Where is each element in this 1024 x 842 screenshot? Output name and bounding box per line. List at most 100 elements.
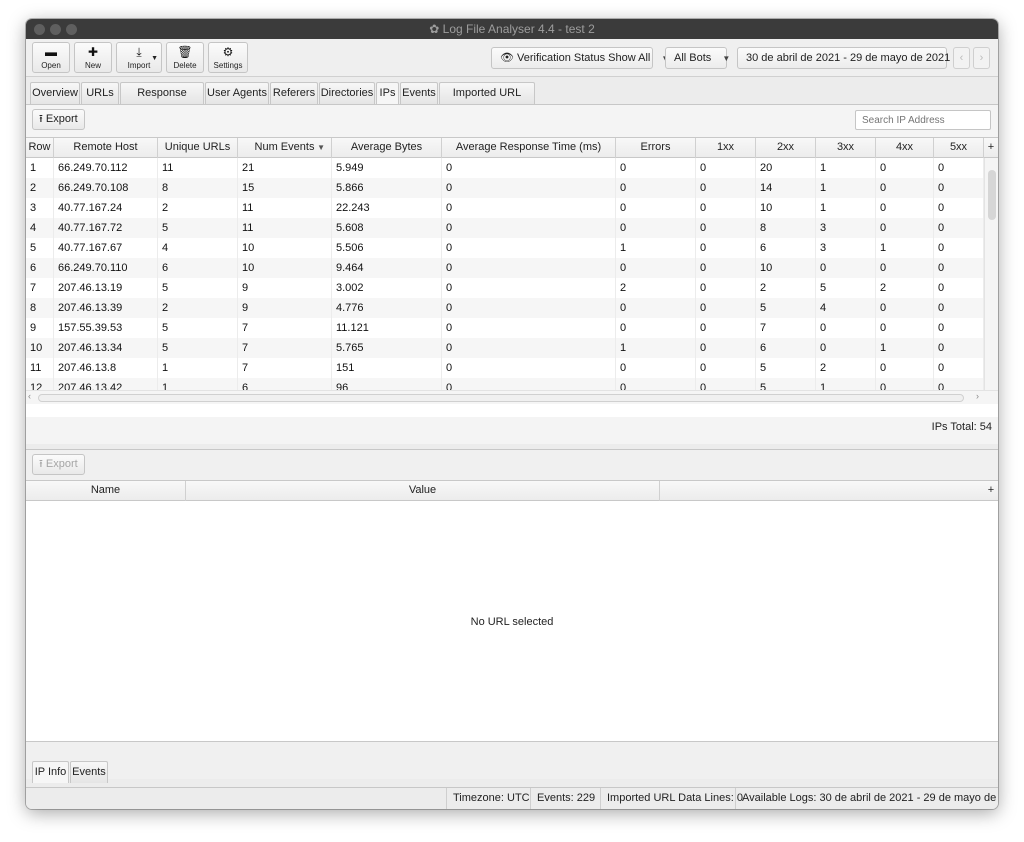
settings-button[interactable]: ⚙ Settings [208, 42, 248, 73]
table-cell: 9 [26, 318, 54, 338]
title-bar: ✿ Log File Analyser 4.4 - test 2 [26, 19, 998, 39]
scroll-right-icon[interactable]: › [976, 391, 979, 401]
column-header-5xx[interactable]: 5xx [934, 138, 984, 158]
tab-user-agents[interactable]: User Agents [205, 82, 269, 104]
tab-directories[interactable]: Directories [319, 82, 375, 104]
table-cell: 0 [442, 278, 616, 298]
table-row[interactable]: 5 40.77.167.67 4 10 5.506 0 1 0 6 3 1 0 [26, 238, 984, 258]
status-imported-lines: Imported URL Data Lines: 0 [600, 788, 749, 809]
table-cell: 0 [934, 338, 984, 358]
table-cell: 66.249.70.112 [54, 158, 158, 178]
column-header-remote-host[interactable]: Remote Host [54, 138, 158, 158]
table-cell: 0 [696, 298, 756, 318]
chevron-left-icon: ‹ [959, 52, 964, 64]
add-column-button[interactable]: + [984, 138, 998, 158]
column-header-name[interactable]: Name [26, 481, 186, 501]
column-header-errors[interactable]: Errors [616, 138, 696, 158]
bots-dropdown[interactable]: All Bots ▼ [665, 47, 730, 69]
plus-icon: ✚ [87, 45, 99, 59]
table-row[interactable]: 8 207.46.13.39 2 9 4.776 0 0 0 5 4 0 0 [26, 298, 984, 318]
table-cell: 0 [442, 318, 616, 338]
tab-overview[interactable]: Overview [30, 82, 80, 104]
scroll-left-icon[interactable]: ‹ [28, 391, 31, 401]
table-cell: 8 [26, 298, 54, 318]
previous-date-button[interactable]: ‹ [953, 47, 970, 69]
table-cell: 4.776 [332, 298, 442, 318]
table-header: Row Remote Host Unique URLs Num Events ▼… [26, 138, 998, 158]
table-cell: 0 [442, 238, 616, 258]
open-button[interactable]: ▬ Open [32, 42, 70, 73]
tab-urls[interactable]: URLs [81, 82, 119, 104]
column-header-num-events[interactable]: Num Events ▼ [238, 138, 332, 158]
date-range-dropdown[interactable]: 30 de abril de 2021 - 29 de mayo de 2021… [737, 47, 969, 69]
table-cell: 157.55.39.53 [54, 318, 158, 338]
table-cell: 1 [816, 378, 876, 390]
details-table-header: Name Value + [26, 481, 998, 501]
table-cell: 66.249.70.108 [54, 178, 158, 198]
tab-imported-url-data[interactable]: Imported URL Data [439, 82, 535, 119]
table-cell: 1 [876, 338, 934, 358]
table-row[interactable]: 4 40.77.167.72 5 11 5.608 0 0 0 8 3 0 0 [26, 218, 984, 238]
table-cell: 0 [816, 338, 876, 358]
verification-status-dropdown[interactable]: 👁 Verification Status Show All ▼ [491, 47, 669, 69]
table-cell: 0 [696, 158, 756, 178]
table-cell: 0 [442, 378, 616, 390]
table-cell: 6 [756, 338, 816, 358]
table-row[interactable]: 6 66.249.70.110 6 10 9.464 0 0 0 10 0 0 0 [26, 258, 984, 278]
table-cell: 0 [934, 198, 984, 218]
export-button[interactable]: ⭱ Export [32, 109, 85, 130]
table-row[interactable]: 12 207.46.13.42 1 6 96 0 0 0 5 1 0 0 [26, 378, 984, 390]
vertical-scroll-thumb[interactable] [988, 170, 996, 220]
column-header-average-response-time[interactable]: Average Response Time (ms) [442, 138, 616, 158]
add-column-button[interactable]: + [984, 481, 998, 501]
toolbar: ▬ Open ✚ New ⤓ Import ▼ 🗑 Delete ⚙ Setti… [26, 39, 998, 77]
table-cell: 0 [934, 178, 984, 198]
column-header-row[interactable]: Row [26, 138, 54, 158]
gear-icon: ⚙ [222, 45, 234, 59]
tab-events[interactable]: Events [400, 82, 438, 104]
tab-ips[interactable]: IPs [376, 82, 399, 104]
plus-icon: + [987, 141, 995, 153]
table-cell: 0 [696, 178, 756, 198]
table-cell: 0 [934, 258, 984, 278]
table-row[interactable]: 1 66.249.70.112 11 21 5.949 0 0 0 20 1 0 0 [26, 158, 984, 178]
tab-ip-info[interactable]: IP Info [32, 761, 69, 783]
column-header-unique-urls[interactable]: Unique URLs [158, 138, 238, 158]
next-date-button[interactable]: › [973, 47, 990, 69]
upload-icon: ⭱ [39, 113, 43, 125]
table-cell: 5.949 [332, 158, 442, 178]
tab-response-codes[interactable]: Response Codes [120, 82, 204, 119]
details-export-button[interactable]: ⭱ Export [32, 454, 85, 475]
column-header-4xx[interactable]: 4xx [876, 138, 934, 158]
table-cell: 1 [816, 178, 876, 198]
table-cell: 40.77.167.24 [54, 198, 158, 218]
table-cell: 7 [26, 278, 54, 298]
horizontal-scroll-thumb[interactable] [38, 394, 964, 402]
tab-details-events[interactable]: Events [70, 761, 108, 783]
search-ip-input[interactable] [855, 110, 991, 130]
column-header-average-bytes[interactable]: Average Bytes [332, 138, 442, 158]
table-cell: 96 [332, 378, 442, 390]
table-cell: 0 [876, 218, 934, 238]
table-row[interactable]: 3 40.77.167.24 2 11 22.243 0 0 0 10 1 0 0 [26, 198, 984, 218]
horizontal-scrollbar[interactable]: ‹ › [26, 390, 998, 404]
delete-button[interactable]: 🗑 Delete [166, 42, 204, 73]
new-button[interactable]: ✚ New [74, 42, 112, 73]
table-row[interactable]: 9 157.55.39.53 5 7 11.121 0 0 0 7 0 0 0 [26, 318, 984, 338]
table-cell: 7 [756, 318, 816, 338]
column-header-1xx[interactable]: 1xx [696, 138, 756, 158]
column-header-value[interactable]: Value [186, 481, 660, 501]
import-button[interactable]: ⤓ Import ▼ [116, 42, 162, 73]
vertical-scrollbar[interactable] [984, 158, 998, 390]
table-row[interactable]: 2 66.249.70.108 8 15 5.866 0 0 0 14 1 0 0 [26, 178, 984, 198]
table-cell: 0 [876, 258, 934, 278]
table-row[interactable]: 10 207.46.13.34 5 7 5.765 0 1 0 6 0 1 0 [26, 338, 984, 358]
column-header-3xx[interactable]: 3xx [816, 138, 876, 158]
table-row[interactable]: 7 207.46.13.19 5 9 3.002 0 2 0 2 5 2 0 [26, 278, 984, 298]
table-cell: 0 [876, 178, 934, 198]
tab-referers[interactable]: Referers [270, 82, 318, 104]
column-header-2xx[interactable]: 2xx [756, 138, 816, 158]
table-cell: 0 [616, 258, 696, 278]
table-cell: 0 [876, 378, 934, 390]
table-row[interactable]: 11 207.46.13.8 1 7 151 0 0 0 5 2 0 0 [26, 358, 984, 378]
